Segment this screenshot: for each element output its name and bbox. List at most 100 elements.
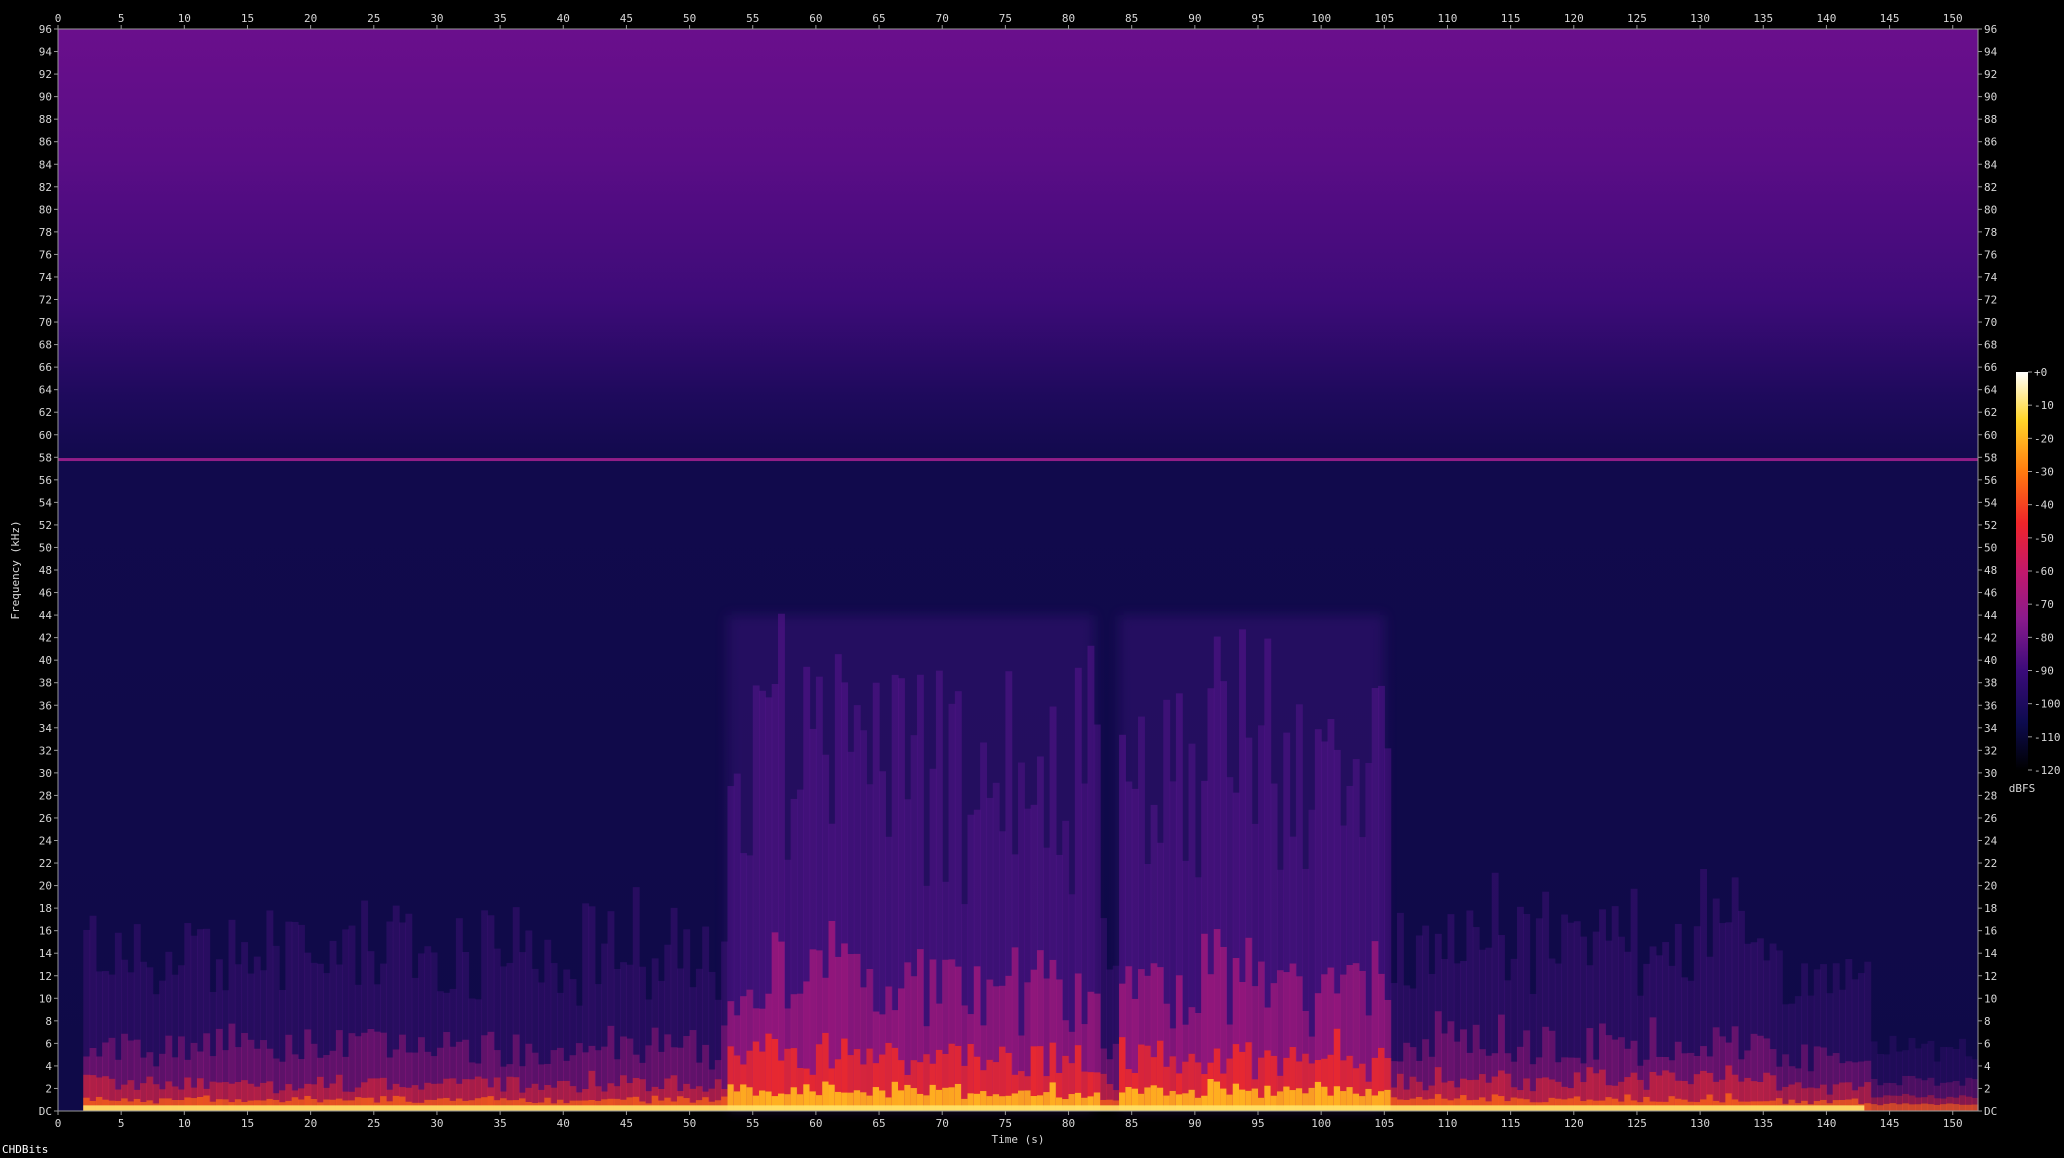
y-tick-label-left: 84 <box>39 158 53 171</box>
x-tick-label-top: 50 <box>683 12 696 25</box>
x-tick-label-top: 140 <box>1816 12 1836 25</box>
y-tick-label-right: 60 <box>1984 429 1997 442</box>
x-tick-label-top: 60 <box>809 12 822 25</box>
x-tick-label-top: 130 <box>1690 12 1710 25</box>
y-tick-label-right: 40 <box>1984 654 1997 667</box>
spectral-column <box>1864 1103 1872 1111</box>
y-tick-label-right: 84 <box>1984 158 1998 171</box>
y-tick-label-right: 32 <box>1984 744 1997 757</box>
y-tick-label-right: 70 <box>1984 316 1997 329</box>
x-tick-label-top: 120 <box>1564 12 1584 25</box>
x-tick-label-bottom: 95 <box>1251 1117 1264 1130</box>
x-tick-label-bottom: 110 <box>1438 1117 1458 1130</box>
y-tick-label-right: 16 <box>1984 925 1997 938</box>
x-tick-label-bottom: 115 <box>1501 1117 1521 1130</box>
y-tick-label-left: 52 <box>39 519 52 532</box>
y-tick-label-left: 10 <box>39 992 52 1005</box>
colorbar-tick-label: -20 <box>2034 432 2054 445</box>
x-tick-label-top: 95 <box>1251 12 1264 25</box>
y-tick-label-right: 68 <box>1984 339 1997 352</box>
y-tick-label-right: 36 <box>1984 699 1997 712</box>
x-tick-label-top: 75 <box>999 12 1012 25</box>
y-axis-title: Frequency (kHz) <box>9 520 22 619</box>
x-tick-label-bottom: 45 <box>620 1117 633 1130</box>
x-tick-label-bottom: 135 <box>1753 1117 1773 1130</box>
y-tick-label-left: 32 <box>39 744 52 757</box>
y-tick-label-left: 94 <box>39 46 53 59</box>
y-tick-label-left: 16 <box>39 925 52 938</box>
colorbar-tick-label: -100 <box>2034 698 2061 711</box>
x-tick-label-bottom: 0 <box>55 1117 62 1130</box>
y-tick-label-right: 20 <box>1984 880 1997 893</box>
colorbar-tick-label: -30 <box>2034 466 2054 479</box>
x-axis-title: Time (s) <box>992 1133 1045 1146</box>
y-tick-label-left: 14 <box>39 947 53 960</box>
colorbar-tick-label: -40 <box>2034 499 2054 512</box>
y-tick-label-left: DC <box>39 1105 52 1118</box>
spectral-column <box>1889 1103 1897 1111</box>
y-tick-label-right: 48 <box>1984 564 1997 577</box>
x-tick-label-bottom: 40 <box>557 1117 570 1130</box>
y-tick-label-left: 62 <box>39 406 52 419</box>
dc-baseline <box>83 1105 1865 1111</box>
y-tick-label-left: 92 <box>39 68 52 81</box>
x-tick-label-top: 5 <box>118 12 125 25</box>
y-tick-label-right: 62 <box>1984 406 1997 419</box>
y-tick-label-left: 86 <box>39 136 52 149</box>
y-tick-label-right: 52 <box>1984 519 1997 532</box>
y-tick-label-right: 26 <box>1984 812 1997 825</box>
spectral-column <box>1933 1104 1941 1111</box>
x-tick-label-top: 80 <box>1062 12 1075 25</box>
x-tick-label-bottom: 150 <box>1943 1117 1963 1130</box>
tone-line <box>58 458 1978 462</box>
x-tick-label-bottom: 125 <box>1627 1117 1647 1130</box>
x-tick-label-top: 150 <box>1943 12 1963 25</box>
x-tick-label-bottom: 35 <box>493 1117 506 1130</box>
x-tick-label-bottom: 140 <box>1816 1117 1836 1130</box>
spectral-column <box>1908 1104 1916 1111</box>
x-tick-label-top: 20 <box>304 12 317 25</box>
y-tick-label-right: 72 <box>1984 294 1997 307</box>
source-caption: CHDBits <box>2 1143 49 1156</box>
x-tick-label-top: 10 <box>178 12 191 25</box>
x-tick-label-top: 0 <box>55 12 62 25</box>
x-tick-label-bottom: 80 <box>1062 1117 1075 1130</box>
y-tick-label-left: 2 <box>45 1082 52 1095</box>
x-tick-label-bottom: 70 <box>936 1117 949 1130</box>
x-tick-label-top: 85 <box>1125 12 1138 25</box>
spectral-column <box>1902 1103 1910 1111</box>
y-tick-label-left: 18 <box>39 902 52 915</box>
y-tick-label-left: 20 <box>39 880 52 893</box>
x-tick-label-top: 125 <box>1627 12 1647 25</box>
spectral-column <box>1946 1103 1954 1111</box>
y-tick-label-left: 42 <box>39 632 52 645</box>
y-tick-label-left: 8 <box>45 1015 52 1028</box>
x-tick-label-bottom: 75 <box>999 1117 1012 1130</box>
x-tick-label-bottom: 30 <box>430 1117 443 1130</box>
spectrogram-chart: 0055101015152020252530303535404045455050… <box>9 12 2061 1146</box>
x-tick-label-top: 115 <box>1501 12 1521 25</box>
x-tick-label-top: 105 <box>1374 12 1394 25</box>
x-tick-label-bottom: 10 <box>178 1117 191 1130</box>
x-tick-label-bottom: 105 <box>1374 1117 1394 1130</box>
y-tick-label-left: 24 <box>39 835 53 848</box>
x-tick-label-top: 15 <box>241 12 254 25</box>
spectral-column <box>1876 1105 1884 1111</box>
y-tick-label-left: 54 <box>39 496 53 509</box>
y-tick-label-right: 86 <box>1984 136 1997 149</box>
y-tick-label-right: 64 <box>1984 384 1998 397</box>
y-tick-label-left: 76 <box>39 248 52 261</box>
y-tick-label-right: 96 <box>1984 23 1997 36</box>
x-tick-label-bottom: 20 <box>304 1117 317 1130</box>
y-tick-label-left: 28 <box>39 789 52 802</box>
y-tick-label-right: 24 <box>1984 835 1998 848</box>
y-tick-label-left: 60 <box>39 429 52 442</box>
spectral-column <box>1921 1103 1929 1111</box>
x-tick-label-top: 55 <box>746 12 759 25</box>
colorbar-tick-label: -10 <box>2034 399 2054 412</box>
x-tick-label-bottom: 145 <box>1880 1117 1900 1130</box>
x-tick-label-bottom: 130 <box>1690 1117 1710 1130</box>
x-tick-label-top: 65 <box>872 12 885 25</box>
colorbar-tick-label: -120 <box>2034 764 2061 777</box>
y-tick-label-left: 58 <box>39 451 52 464</box>
